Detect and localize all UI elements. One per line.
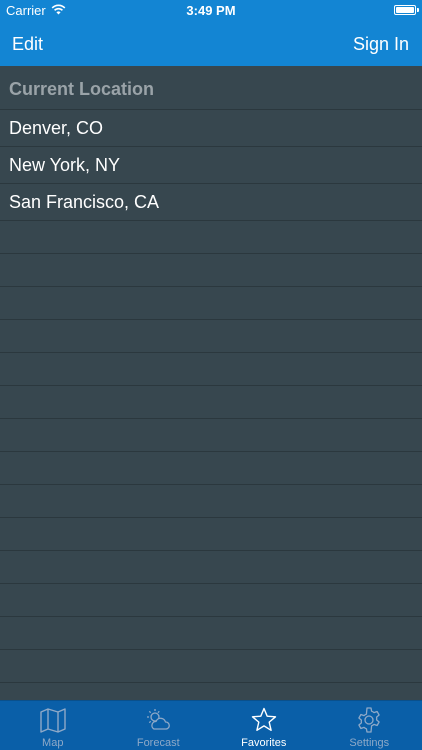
app-header: Carrier 3:49 PM Edit Sign In bbox=[0, 0, 422, 66]
empty-row bbox=[0, 650, 422, 683]
section-header: Current Location bbox=[9, 79, 155, 99]
sign-in-button[interactable]: Sign In bbox=[353, 34, 409, 55]
list-item[interactable]: San Francisco, CA bbox=[0, 184, 422, 221]
tab-map[interactable]: Map bbox=[0, 701, 106, 750]
tab-bar: Map Forecast Favorites Settings bbox=[0, 700, 422, 750]
navigation-bar: Edit Sign In bbox=[0, 22, 422, 66]
empty-row bbox=[0, 518, 422, 551]
tab-favorites[interactable]: Favorites bbox=[211, 701, 317, 750]
list-item[interactable]: New York, NY bbox=[0, 147, 422, 184]
list-item[interactable]: Denver, CO bbox=[0, 110, 422, 147]
list-item-label: San Francisco, CA bbox=[9, 192, 160, 212]
empty-row bbox=[0, 452, 422, 485]
tab-label: Forecast bbox=[136, 737, 180, 749]
clock: 3:49 PM bbox=[186, 3, 236, 18]
empty-row bbox=[0, 353, 422, 386]
empty-row bbox=[0, 386, 422, 419]
favorites-list: Current Location Denver, CO New York, NY… bbox=[0, 66, 422, 700]
empty-row bbox=[0, 419, 422, 452]
empty-row bbox=[0, 254, 422, 287]
empty-row bbox=[0, 551, 422, 584]
gear-icon bbox=[358, 707, 380, 733]
empty-row bbox=[0, 485, 422, 518]
empty-row bbox=[0, 584, 422, 617]
tab-label: Map bbox=[42, 737, 64, 749]
tab-label: Settings bbox=[349, 737, 390, 749]
status-bar: Carrier 3:49 PM bbox=[0, 0, 422, 22]
tab-forecast[interactable]: Forecast bbox=[106, 701, 212, 750]
list-item-label: Denver, CO bbox=[9, 118, 104, 138]
forecast-icon bbox=[147, 709, 171, 730]
tab-settings[interactable]: Settings bbox=[317, 701, 422, 750]
empty-row bbox=[0, 320, 422, 353]
map-icon bbox=[40, 708, 66, 733]
battery-icon bbox=[394, 5, 419, 15]
edit-button[interactable]: Edit bbox=[12, 34, 43, 55]
empty-row bbox=[0, 683, 422, 700]
current-location-row[interactable]: Current Location bbox=[0, 66, 422, 110]
empty-row bbox=[0, 221, 422, 254]
empty-row bbox=[0, 287, 422, 320]
tab-label: Favorites bbox=[241, 737, 287, 749]
list-item-label: New York, NY bbox=[9, 155, 121, 175]
empty-row bbox=[0, 617, 422, 650]
star-icon bbox=[251, 707, 276, 731]
